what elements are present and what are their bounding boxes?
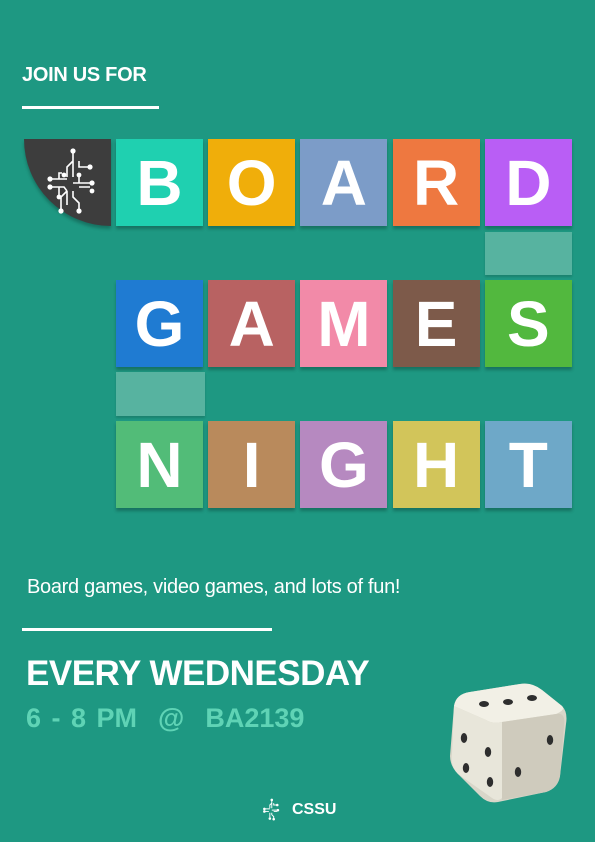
tagline: Board games, video games, and lots of fu… [27,576,401,598]
letter-tile: B [116,139,203,226]
letter-tile: M [300,280,388,367]
letter-tile: G [116,280,203,367]
spacer-tile [116,372,205,416]
logo-badge [24,139,111,226]
tagline-underline [22,628,272,631]
dice-icon [450,683,567,803]
letter-tile: I [208,421,296,508]
letter-tile: S [484,280,572,367]
letter-tile: N [116,421,203,508]
org-name: CSSU [292,801,337,818]
letter-tile: O [208,139,296,226]
footer-logo: CSSU [256,796,336,824]
circuit-cross-icon [263,798,280,821]
spacer-tile [485,232,572,275]
letter-tile: G [300,421,388,508]
letter-tile: A [300,139,388,226]
circuit-cross-icon [47,148,95,214]
intro-text: JOIN US FOR [22,64,147,86]
event-time-location: 6 - 8 PM @ BA2139 [26,703,305,733]
letter-tile: R [392,139,480,226]
letter-tile: T [484,421,572,508]
letter-tile: D [484,139,572,226]
intro-underline [22,106,159,109]
letter-tile: A [208,280,296,367]
event-day: EVERY WEDNESDAY [26,654,370,693]
letter-tile: H [392,421,480,508]
letter-tile: E [392,280,480,367]
